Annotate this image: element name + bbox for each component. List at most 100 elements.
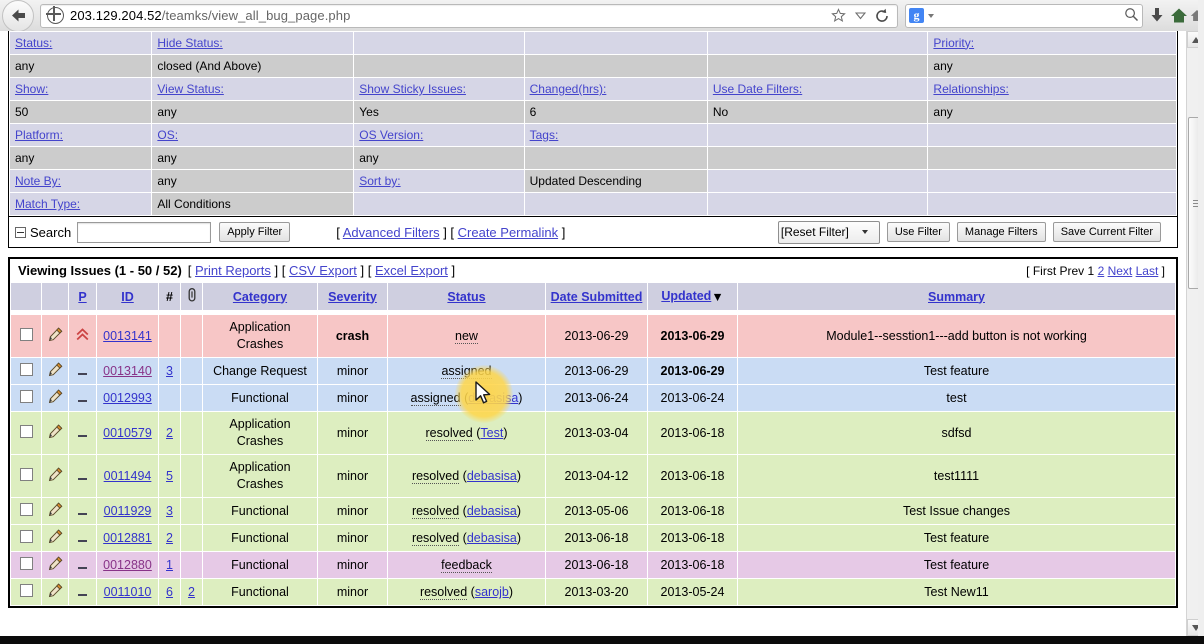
row-checkbox[interactable] [19,363,33,376]
filter-label-link[interactable]: OS: [157,128,178,142]
filter-search-input[interactable] [77,221,212,243]
pager-page-2[interactable]: 2 [1098,264,1105,278]
row-checkbox[interactable] [19,468,33,481]
print-reports-link[interactable]: Print Reports [195,263,271,278]
table-row[interactable]: 0012993 Functional minor assigned (debasisa… [10,384,1176,412]
issue-id-link[interactable]: 0012881 [103,531,152,545]
sort-summary-link[interactable]: Summary [928,290,985,304]
edit-pencil-icon[interactable] [48,327,63,342]
sort-priority-link[interactable]: P [78,290,86,304]
sort-updated-link[interactable]: Updated [661,289,711,303]
row-checkbox[interactable] [19,328,33,341]
table-row[interactable]: 0012880 1 Functional minor feedback 2013-06-1… [10,551,1176,579]
manage-filters-button[interactable]: Manage Filters [956,222,1046,242]
filter-label-link[interactable]: Sort by: [359,174,400,188]
table-row[interactable]: 0011494 5 Application Crashes minor resolved… [10,454,1176,498]
edit-pencil-icon[interactable] [48,583,63,598]
issue-id-link[interactable]: 0013141 [103,329,152,343]
back-button[interactable] [2,0,34,32]
search-icon[interactable] [1124,7,1139,25]
excel-export-link[interactable]: Excel Export [375,263,448,278]
row-checkbox[interactable] [19,425,33,438]
handler-link[interactable]: debasisa [467,469,517,483]
sort-severity-link[interactable]: Severity [328,290,377,304]
table-row[interactable]: 0012881 2 Functional minor resolved (debasis… [10,524,1176,552]
filter-label-link[interactable]: Relationships: [933,82,1008,96]
handler-link[interactable]: debasisa [468,391,518,405]
table-row[interactable]: 0013141 Application Crashes crash new 2013-0… [10,314,1176,358]
filter-label-link[interactable]: Platform: [15,128,63,142]
table-row[interactable]: 0010579 2 Application Crashes minor resolved… [10,411,1176,455]
row-checkbox[interactable] [19,530,33,543]
window-scrollbar[interactable] [1198,0,1204,644]
attachment-count-link[interactable]: 2 [188,585,195,599]
filter-label-link[interactable]: View Status: [157,82,223,96]
notes-count-link[interactable]: 6 [166,585,173,599]
sort-category-link[interactable]: Category [233,290,287,304]
handler-link[interactable]: sarojb [475,585,509,599]
issue-id-link[interactable]: 0012880 [103,558,152,572]
handler-link[interactable]: debasisa [467,531,517,545]
filter-label-link[interactable]: Show: [15,82,48,96]
filter-label-link[interactable]: Changed(hrs): [530,82,607,96]
handler-link[interactable]: Test [480,426,503,440]
advanced-filters-link[interactable]: Advanced Filters [343,225,440,240]
filter-label-link[interactable]: Show Sticky Issues: [359,82,466,96]
reset-filter-select[interactable]: [Reset Filter] [777,220,880,244]
edit-pencil-icon[interactable] [48,467,63,482]
issue-id-link[interactable]: 0011929 [104,504,152,518]
issue-id-link[interactable]: 0013140 [103,364,152,378]
use-filter-button[interactable]: Use Filter [886,222,950,242]
edit-pencil-icon[interactable] [48,529,63,544]
filter-label-link[interactable]: OS Version: [359,128,423,142]
address-bar[interactable]: 203.129.204.52/teamks/view_all_bug_page.… [40,3,898,28]
search-input[interactable] [934,7,1124,24]
apply-filter-button[interactable]: Apply Filter [219,222,291,242]
search-bar[interactable]: g [905,3,1143,28]
issue-id-link[interactable]: 0012993 [103,391,152,405]
row-checkbox[interactable] [19,557,33,570]
issue-id-link[interactable]: 0011494 [104,469,152,483]
issue-id-link[interactable]: 0011010 [104,585,152,599]
notes-count-link[interactable]: 5 [166,469,173,483]
edit-pencil-icon[interactable] [48,424,63,439]
table-row[interactable]: 0013140 3 Change Request minor assigned 2013-… [10,357,1176,385]
edit-pencil-icon[interactable] [48,389,63,404]
pager-last[interactable]: Last [1136,264,1159,278]
sort-status-link[interactable]: Status [447,290,485,304]
collapse-search-icon[interactable] [15,226,26,238]
row-checkbox[interactable] [19,503,33,516]
home-icon[interactable] [1168,4,1190,28]
notes-count-link[interactable]: 2 [166,531,173,545]
download-icon[interactable] [1146,4,1168,28]
sort-date-submitted-link[interactable]: Date Submitted [551,290,643,304]
filter-label-link[interactable]: Note By: [15,174,61,188]
create-permalink-link[interactable]: Create Permalink [458,225,558,240]
table-row[interactable]: 0011010 6 2 Functional minor resolved (sarojb… [10,578,1176,606]
filter-label-link[interactable]: Match Type: [15,197,80,211]
chevron-down-icon[interactable] [849,4,871,28]
reload-icon[interactable] [871,4,893,28]
edit-pencil-icon[interactable] [48,556,63,571]
save-current-filter-button[interactable]: Save Current Filter [1052,222,1161,242]
row-checkbox[interactable] [19,584,33,597]
issue-id-link[interactable]: 0010579 [103,426,152,440]
filter-label-link[interactable]: Hide Status: [157,36,222,50]
row-checkbox[interactable] [19,390,33,403]
csv-export-link[interactable]: CSV Export [289,263,357,278]
filter-label-link[interactable]: Priority: [933,36,974,50]
filter-label-link[interactable]: Tags: [530,128,559,142]
filter-label-link[interactable]: Status: [15,36,52,50]
bookmark-star-icon[interactable] [827,4,849,28]
pager-next[interactable]: Next [1108,264,1133,278]
notes-count-link[interactable]: 3 [166,364,173,378]
notes-count-link[interactable]: 2 [166,426,173,440]
handler-link[interactable]: debasisa [467,504,517,518]
filter-label-link[interactable]: Use Date Filters: [713,82,802,96]
table-row[interactable]: 0011929 3 Functional minor resolved (debasis… [10,497,1176,525]
sort-id-link[interactable]: ID [121,290,134,304]
notes-count-link[interactable]: 3 [166,504,173,518]
edit-pencil-icon[interactable] [48,362,63,377]
notes-count-link[interactable]: 1 [166,558,173,572]
edit-pencil-icon[interactable] [48,502,63,517]
